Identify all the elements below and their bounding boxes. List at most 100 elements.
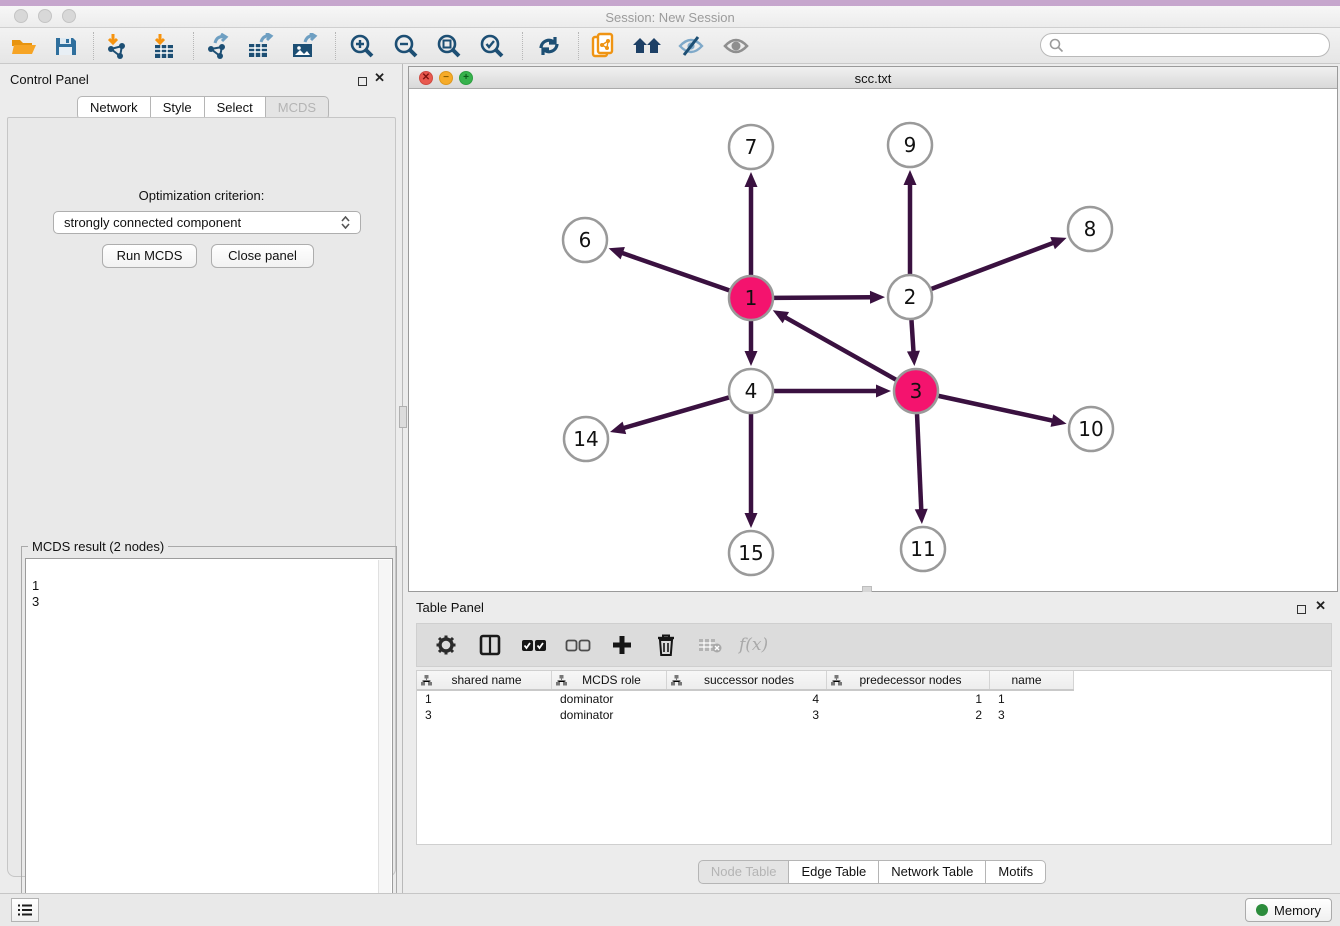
control-panel-float-button[interactable]	[358, 73, 367, 91]
edge-3-11[interactable]	[917, 414, 921, 511]
search-input[interactable]	[1069, 38, 1321, 52]
graph-node-label: 10	[1078, 417, 1103, 441]
table-cell: 3	[667, 707, 827, 723]
search-box	[1040, 33, 1330, 57]
table-row[interactable]: 3dominator323	[417, 707, 1074, 723]
graph-node-label: 11	[910, 537, 935, 561]
optimization-criterion-select[interactable]: strongly connected component	[53, 211, 361, 234]
toolbar-separator	[193, 32, 194, 60]
deselect-all-checkboxes-icon[interactable]	[563, 630, 593, 660]
main-toolbar	[0, 28, 1340, 64]
select-stepper-icon	[341, 216, 350, 229]
graph-node-label: 1	[745, 286, 758, 310]
app-titlebar: Session: New Session	[0, 6, 1340, 28]
table-cell: 1	[417, 691, 552, 707]
table-cell: 2	[827, 707, 990, 723]
tab-node-table[interactable]: Node Table	[698, 860, 790, 884]
zoom-out-icon[interactable]	[388, 31, 424, 61]
edge-3-1[interactable]	[784, 317, 896, 380]
zoom-fit-icon[interactable]	[431, 31, 467, 61]
column-header-MCDS-role[interactable]: MCDS role	[552, 671, 667, 689]
tab-edge-table[interactable]: Edge Table	[789, 860, 879, 884]
add-column-icon[interactable]	[607, 630, 637, 660]
panel-list-button[interactable]	[11, 898, 39, 922]
table-panel-tabs: Node TableEdge TableNetwork TableMotifs	[404, 860, 1340, 884]
graph-node-label: 7	[745, 135, 758, 159]
first-neighbors-icon[interactable]	[630, 31, 666, 61]
graph-node-label: 4	[745, 379, 758, 403]
optimization-criterion-value: strongly connected component	[64, 215, 241, 230]
edge-arrowhead	[907, 351, 920, 366]
panel-divider-handle[interactable]	[399, 406, 407, 428]
toolbar-separator	[578, 32, 579, 60]
edge-3-10[interactable]	[938, 396, 1053, 421]
edge-2-8[interactable]	[932, 242, 1055, 288]
table-cell: 1	[827, 691, 990, 707]
function-builder-icon[interactable]: f(x)	[739, 635, 768, 655]
column-header-predecessor-nodes[interactable]: predecessor nodes	[827, 671, 990, 689]
show-all-icon[interactable]	[718, 31, 754, 61]
zoom-selected-icon[interactable]	[474, 31, 510, 61]
edge-arrowhead	[904, 170, 917, 185]
show-columns-icon[interactable]	[475, 630, 505, 660]
edge-1-6[interactable]	[621, 253, 729, 291]
import-table-icon[interactable]	[147, 31, 183, 61]
node-table: shared nameMCDS rolesuccessor nodesprede…	[416, 670, 1332, 845]
graph-node-label: 2	[904, 285, 917, 309]
table-cell: 1	[990, 691, 1074, 707]
network-window-titlebar[interactable]: ✕ − + scc.txt	[409, 67, 1337, 89]
toolbar-separator	[522, 32, 523, 60]
edge-arrowhead	[876, 385, 891, 398]
column-header-shared-name[interactable]: shared name	[417, 671, 552, 689]
edge-2-3[interactable]	[911, 320, 913, 353]
status-bar: Memory	[0, 893, 1340, 926]
mcds-panel: Optimization criterion: strongly connect…	[7, 117, 396, 877]
tree-sort-icon	[421, 675, 432, 686]
tab-motifs[interactable]: Motifs	[986, 860, 1046, 884]
toolbar-separator	[335, 32, 336, 60]
toolbar-separator	[93, 32, 94, 60]
table-settings-icon[interactable]	[431, 630, 461, 660]
export-network-icon[interactable]	[200, 31, 236, 61]
apply-layout-icon[interactable]	[531, 31, 567, 61]
memory-button-label: Memory	[1274, 903, 1321, 918]
table-panel-close-button[interactable]: ✕	[1315, 601, 1326, 611]
edge-arrowhead	[745, 172, 758, 187]
delete-column-icon[interactable]	[651, 630, 681, 660]
table-panel: Table Panel ✕ f(x) shared nameMCDS roles…	[404, 592, 1340, 893]
column-header-successor-nodes[interactable]: successor nodes	[667, 671, 827, 689]
delete-table-icon[interactable]	[695, 630, 725, 660]
optimization-criterion-label: Optimization criterion:	[8, 188, 395, 203]
control-panel-close-button[interactable]: ✕	[374, 73, 385, 83]
edge-arrowhead	[870, 291, 885, 304]
export-image-icon[interactable]	[287, 31, 323, 61]
table-cell: 4	[667, 691, 827, 707]
export-table-icon[interactable]	[243, 31, 279, 61]
table-row[interactable]: 1dominator411	[417, 691, 1074, 707]
memory-status-icon	[1256, 904, 1268, 916]
memory-button[interactable]: Memory	[1245, 898, 1332, 922]
clone-network-icon[interactable]	[586, 31, 622, 61]
edge-1-2[interactable]	[774, 297, 872, 298]
import-network-icon[interactable]	[100, 31, 136, 61]
network-canvas[interactable]: 7968124314101511	[409, 89, 1337, 591]
open-folder-icon[interactable]	[6, 31, 42, 61]
run-mcds-button[interactable]: Run MCDS	[102, 244, 197, 268]
select-all-checkboxes-icon[interactable]	[519, 630, 549, 660]
column-header-name[interactable]: name	[990, 671, 1074, 689]
table-panel-float-button[interactable]	[1297, 601, 1306, 619]
result-scrollbar[interactable]	[378, 560, 391, 920]
hide-selected-icon[interactable]	[673, 31, 709, 61]
mcds-result-textarea[interactable]: 1 3	[25, 558, 393, 920]
zoom-in-icon[interactable]	[344, 31, 380, 61]
graph-node-label: 3	[910, 379, 923, 403]
graph-node-label: 6	[579, 228, 592, 252]
table-body: 1dominator4113dominator323	[417, 691, 1331, 723]
edge-4-14[interactable]	[622, 397, 728, 428]
close-panel-button[interactable]: Close panel	[211, 244, 314, 268]
mcds-result-title: MCDS result (2 nodes)	[28, 539, 168, 554]
save-icon[interactable]	[48, 31, 84, 61]
tab-network-table[interactable]: Network Table	[879, 860, 986, 884]
edge-arrowhead	[745, 351, 758, 366]
edge-arrowhead	[915, 509, 928, 524]
